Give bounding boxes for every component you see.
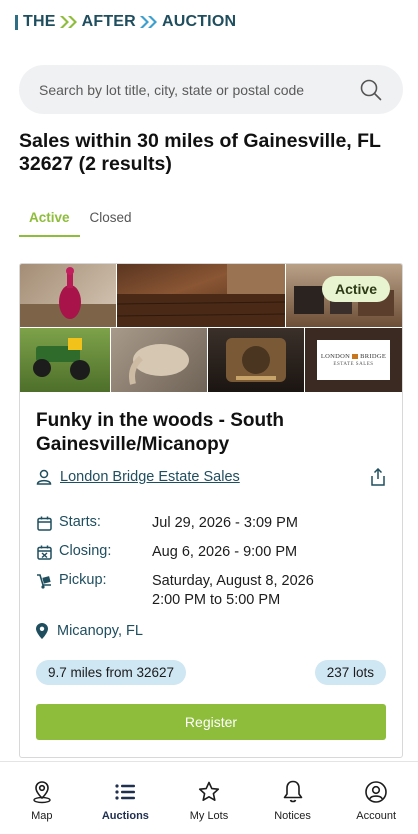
- seller-logo: LONDON BRIDGE ESTATE SALES: [317, 340, 390, 380]
- map-pin-icon: [36, 623, 49, 639]
- sale-title[interactable]: Funky in the woods - South Gainesville/M…: [36, 409, 386, 457]
- seller-logo-tile: LONDON BRIDGE ESTATE SALES: [305, 328, 402, 392]
- bridge-icon: [352, 354, 359, 359]
- nav-item-my-lots[interactable]: My Lots: [167, 762, 251, 834]
- closing-value: Aug 6, 2026 - 9:00 PM: [152, 544, 298, 560]
- tab-closed[interactable]: Closed: [80, 205, 142, 237]
- seller-logo-text-3: ESTATE SALES: [333, 362, 374, 367]
- seller-link[interactable]: London Bridge Estate Sales: [60, 469, 368, 485]
- search-icon[interactable]: [359, 78, 383, 102]
- list-icon: [112, 779, 138, 805]
- bell-icon: [280, 779, 306, 805]
- star-icon: [196, 779, 222, 805]
- sale-tabs: Active Closed: [19, 205, 142, 237]
- chevron-double-icon: [59, 15, 79, 29]
- calendar-x-icon: [36, 544, 52, 560]
- lots-count-badge: 237 lots: [314, 660, 386, 685]
- logo-text-after: AFTER: [81, 13, 136, 30]
- starts-row: Starts: Jul 29, 2026 - 3:09 PM: [36, 514, 298, 533]
- location-text[interactable]: Micanopy, FL: [57, 623, 143, 639]
- location-row: Micanopy, FL: [36, 623, 143, 639]
- nav-label-auctions: Auctions: [101, 810, 149, 822]
- nav-item-account[interactable]: Account: [334, 762, 418, 834]
- sale-card[interactable]: LONDON BRIDGE ESTATE SALES Active Funky …: [19, 263, 403, 758]
- seller-logo-text-1: LONDON: [320, 353, 351, 360]
- user-icon: [36, 469, 52, 485]
- sale-photo-mosaic[interactable]: LONDON BRIDGE ESTATE SALES Active: [20, 264, 402, 392]
- search-bar: [19, 65, 403, 114]
- starts-value: Jul 29, 2026 - 3:09 PM: [152, 515, 298, 531]
- nav-item-notices[interactable]: Notices: [251, 762, 335, 834]
- nav-label-my-lots: My Lots: [189, 810, 229, 822]
- nav-label-account: Account: [356, 810, 397, 822]
- register-button[interactable]: Register: [36, 704, 386, 740]
- closing-label: Closing:: [59, 543, 112, 559]
- pickup-time: 2:00 PM to 5:00 PM: [152, 592, 281, 608]
- seller-logo-text-2: BRIDGE: [360, 353, 387, 360]
- nav-item-auctions[interactable]: Auctions: [84, 762, 168, 834]
- site-logo[interactable]: THE AFTER AUCTION: [15, 13, 236, 31]
- logo-text-the: THE: [23, 13, 56, 30]
- dolly-icon: [36, 573, 52, 589]
- pickup-value: Saturday, August 8, 2026 2:00 PM to 5:00…: [152, 572, 314, 610]
- photo-vintage-radio: [208, 328, 304, 392]
- calendar-icon: [36, 515, 52, 531]
- pickup-label: Pickup:: [59, 572, 107, 588]
- seller-row: London Bridge Estate Sales: [36, 467, 388, 487]
- user-circle-icon: [363, 779, 389, 805]
- closing-row: Closing: Aug 6, 2026 - 9:00 PM: [36, 543, 297, 562]
- photo-lawn-mower: [20, 328, 110, 392]
- tab-active[interactable]: Active: [19, 205, 80, 237]
- logo-text-auction: AUCTION: [161, 13, 237, 30]
- page-title: Sales within 30 miles of Gainesville, FL…: [19, 130, 381, 175]
- nav-item-map[interactable]: Map: [0, 762, 84, 834]
- status-badge: Active: [321, 276, 390, 302]
- photo-elephant-figure: [111, 328, 207, 392]
- share-icon[interactable]: [368, 467, 388, 487]
- bottom-nav: Map Auctions My Lots Notices Account: [0, 761, 418, 834]
- map-pin-icon: [29, 779, 55, 805]
- distance-badge: 9.7 miles from 32627: [36, 660, 187, 685]
- starts-label: Starts:: [59, 514, 101, 530]
- photo-red-vase: [20, 264, 116, 327]
- photo-wood-floor: [117, 264, 285, 327]
- logo-bar: [15, 14, 18, 30]
- nav-label-notices: Notices: [274, 810, 311, 822]
- pickup-date: Saturday, August 8, 2026: [152, 573, 314, 589]
- nav-label-map: Map: [31, 810, 53, 822]
- search-input[interactable]: [39, 81, 359, 98]
- pickup-row: Pickup: Saturday, August 8, 2026 2:00 PM…: [36, 572, 314, 610]
- chevron-double-icon: [139, 15, 159, 29]
